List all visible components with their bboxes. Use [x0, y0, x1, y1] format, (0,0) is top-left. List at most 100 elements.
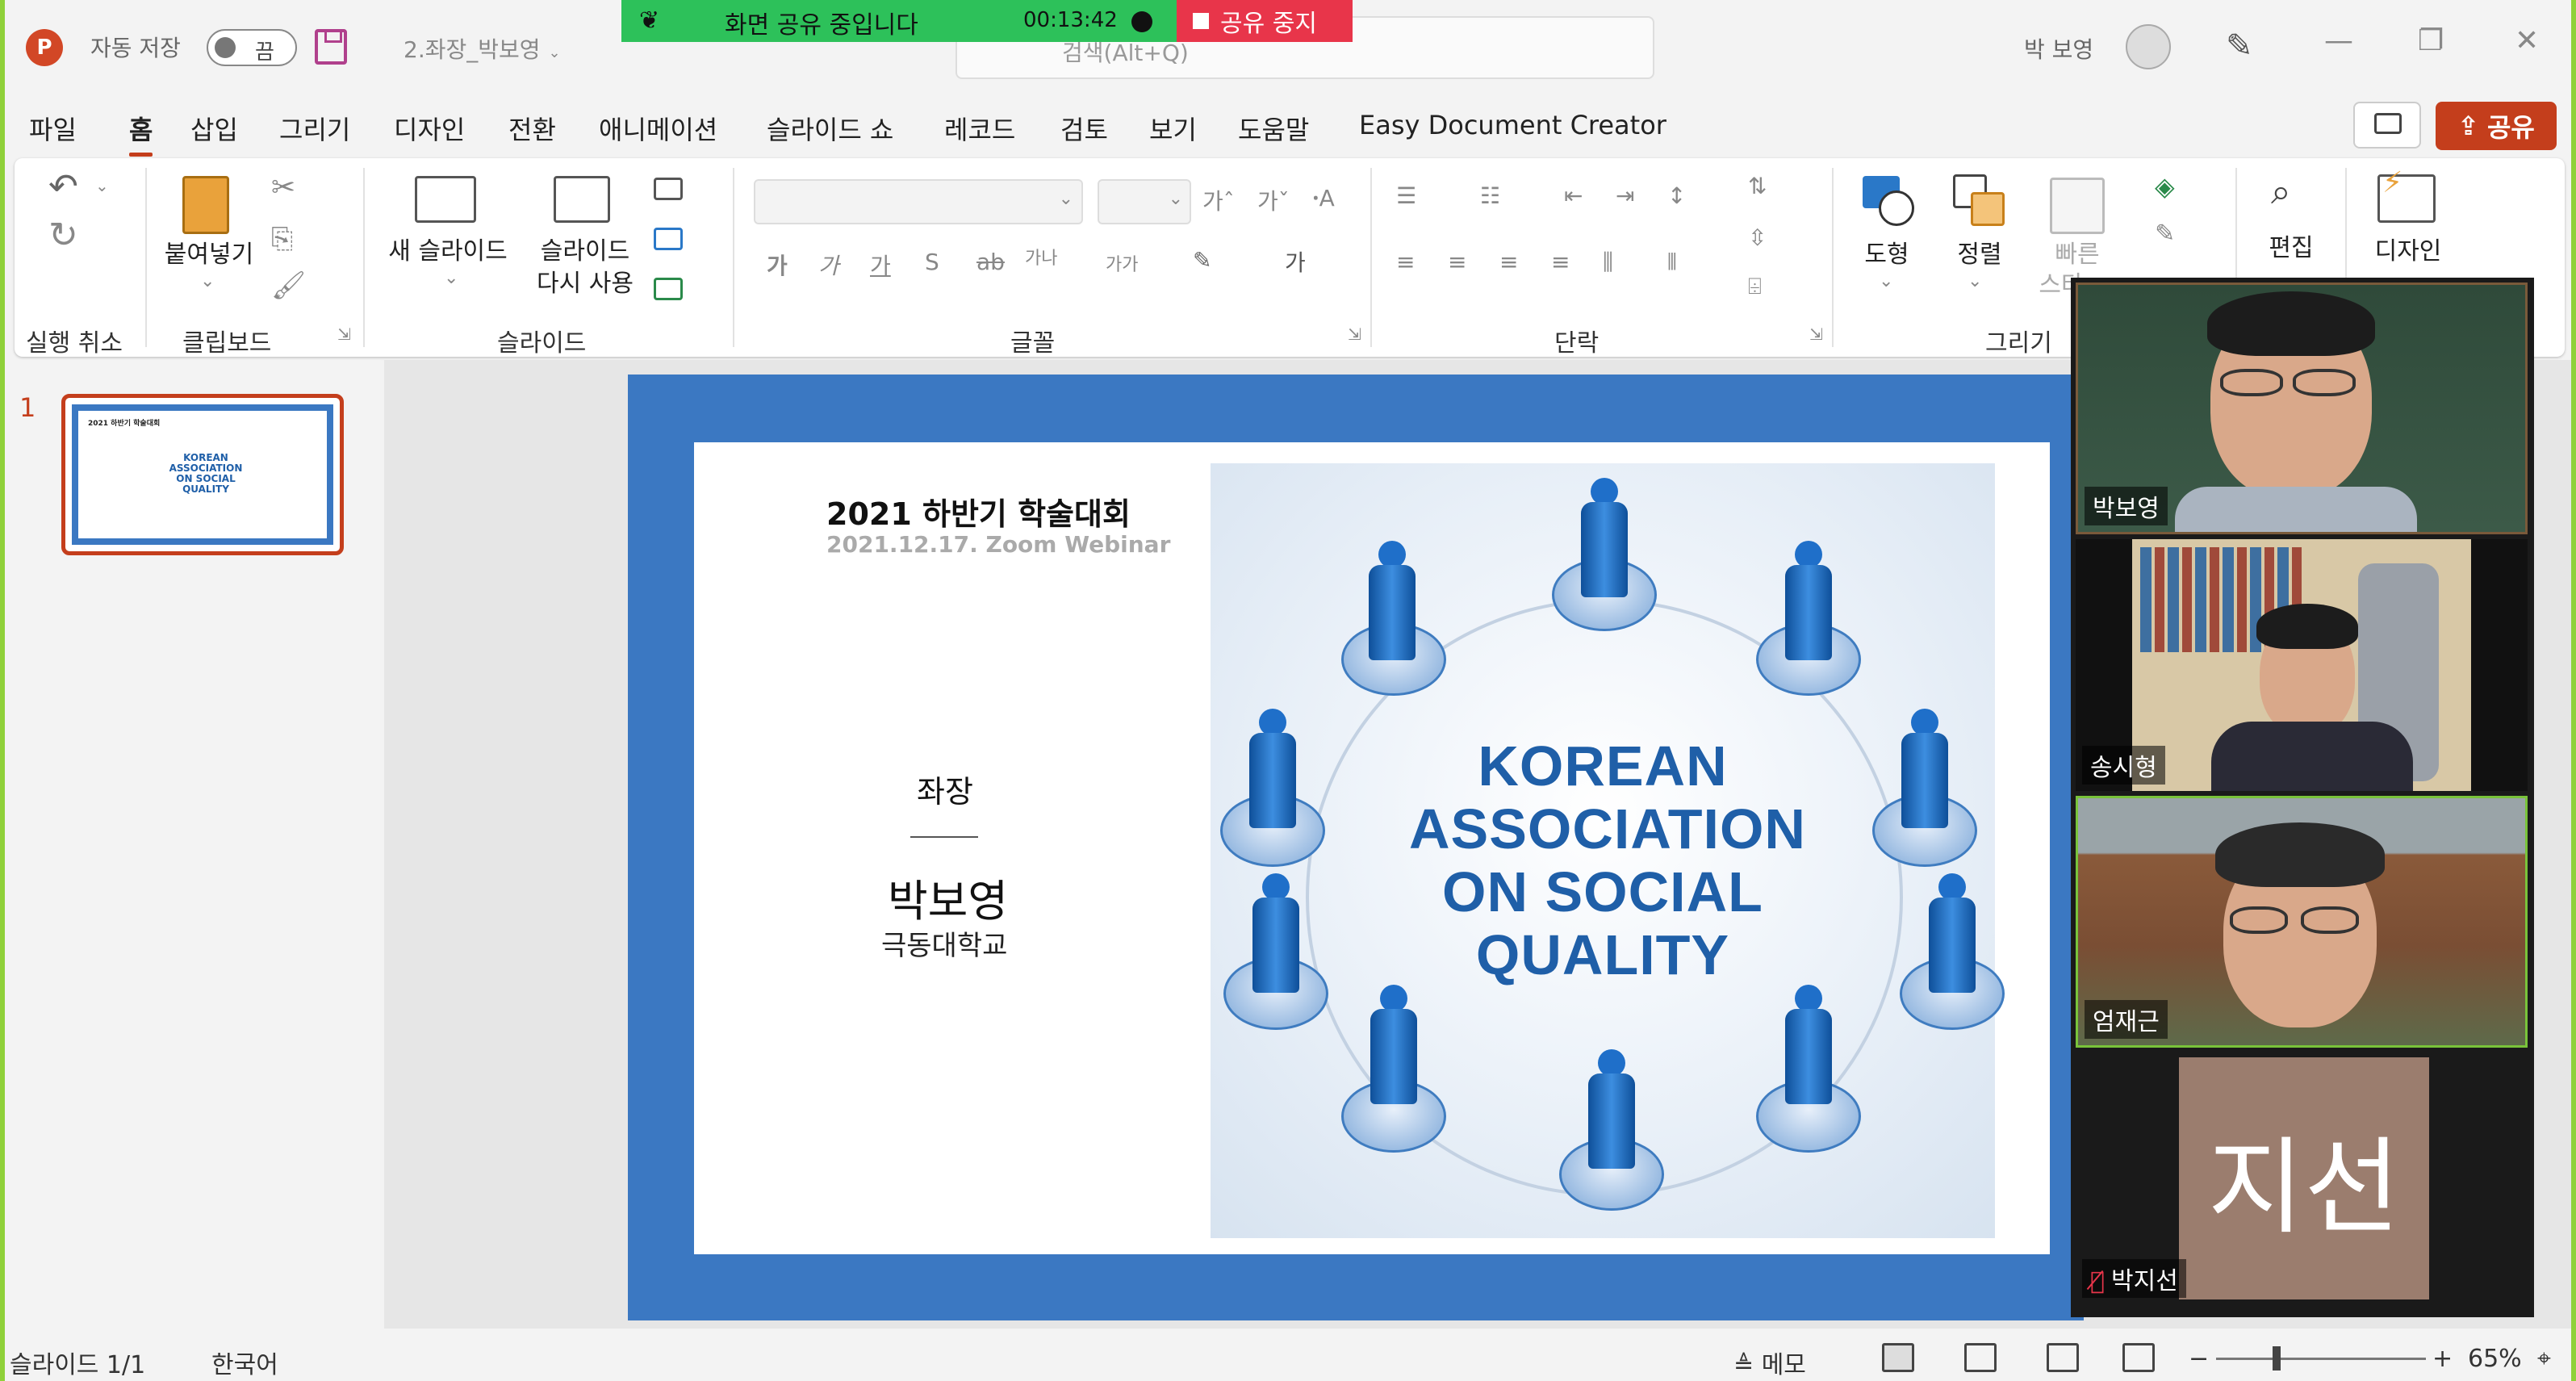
- new-slide-dropdown-icon[interactable]: ⌄: [444, 268, 458, 288]
- arrange-button[interactable]: 정렬: [1935, 239, 2024, 271]
- justify-icon[interactable]: ≡: [1551, 249, 1570, 275]
- clipboard-launcher-icon[interactable]: ⇲: [337, 324, 351, 344]
- comments-button[interactable]: [2353, 102, 2421, 149]
- section-icon[interactable]: [654, 278, 683, 300]
- new-slide-button[interactable]: 새 슬라이드: [379, 236, 516, 268]
- zoom-in-button[interactable]: +: [2432, 1345, 2453, 1373]
- italic-icon[interactable]: 가: [818, 249, 839, 281]
- undo-icon[interactable]: ↶: [48, 166, 78, 207]
- arrange-dropdown-icon[interactable]: ⌄: [1968, 271, 1982, 291]
- tab-record[interactable]: 레코드: [944, 110, 1015, 147]
- spacing-icon[interactable]: 가나: [1025, 244, 1057, 270]
- document-title[interactable]: 2.좌장_박보영 ⌄: [404, 32, 561, 65]
- tab-view[interactable]: 보기: [1149, 110, 1197, 147]
- line-spacing-icon[interactable]: ↕: [1667, 182, 1686, 209]
- align-left-icon[interactable]: ≡: [1396, 249, 1415, 275]
- font-family-select[interactable]: ⌄: [754, 179, 1083, 224]
- copy-icon[interactable]: ⎘: [271, 223, 293, 255]
- underline-icon[interactable]: 가: [870, 249, 891, 281]
- share-button[interactable]: ⇪ 공유: [2436, 102, 2557, 150]
- slide-title[interactable]: 2021 하반기 학술대회: [826, 489, 1131, 534]
- tab-review[interactable]: 검토: [1060, 110, 1108, 147]
- numbering-icon[interactable]: ☷: [1480, 182, 1500, 209]
- text-direction-icon[interactable]: ⇅: [1748, 173, 1767, 199]
- align-text-icon[interactable]: ⇳: [1748, 224, 1767, 251]
- columns-icon[interactable]: ⫴: [1667, 249, 1677, 276]
- decrease-font-icon[interactable]: 가ˇ: [1257, 184, 1290, 216]
- quick-styles-label[interactable]: 빠른: [2037, 239, 2118, 271]
- minimize-button[interactable]: —: [2324, 24, 2353, 57]
- slide-role[interactable]: 좌장: [917, 767, 973, 811]
- reuse-slide-label-2[interactable]: 다시 사용: [525, 268, 646, 300]
- slide-name[interactable]: 박보영: [888, 865, 1008, 929]
- tab-home[interactable]: 홈: [129, 110, 153, 157]
- increase-indent-icon[interactable]: ⇥: [1616, 182, 1634, 209]
- normal-view-icon[interactable]: [1882, 1343, 1914, 1372]
- reset-icon[interactable]: [654, 228, 683, 250]
- redo-icon[interactable]: ↻: [48, 215, 78, 256]
- tab-insert[interactable]: 삽입: [190, 110, 238, 147]
- format-painter-icon[interactable]: 🖌: [271, 270, 306, 302]
- quick-styles-icon[interactable]: [2050, 178, 2105, 234]
- slideshow-view-icon[interactable]: [2122, 1343, 2155, 1372]
- slide[interactable]: 2021 하반기 학술대회 2021.12.17. Zoom Webinar 좌…: [628, 375, 2084, 1320]
- shapes-dropdown-icon[interactable]: ⌄: [1879, 271, 1893, 291]
- tab-draw[interactable]: 그리기: [279, 110, 350, 147]
- language-indicator[interactable]: 한국어: [211, 1345, 278, 1380]
- smartart-icon[interactable]: ⌹: [1748, 273, 1762, 300]
- shadow-icon[interactable]: S: [925, 249, 939, 275]
- search-icon[interactable]: ⌕: [2271, 171, 2291, 212]
- new-slide-icon[interactable]: [415, 176, 476, 223]
- tab-file[interactable]: 파일: [29, 110, 77, 147]
- tab-design[interactable]: 디자인: [394, 110, 465, 147]
- autosave-toggle[interactable]: 끔: [207, 29, 297, 66]
- tab-animations[interactable]: 애니메이션: [599, 110, 717, 147]
- tab-slideshow[interactable]: 슬라이드 쇼: [767, 110, 893, 147]
- notes-button[interactable]: ≜ 메모: [1733, 1345, 1806, 1380]
- change-case-icon[interactable]: 가가: [1106, 250, 1138, 276]
- paragraph-launcher-icon[interactable]: ⇲: [1809, 324, 1823, 344]
- avatar[interactable]: [2126, 24, 2171, 69]
- editing-button[interactable]: 편집: [2255, 232, 2327, 265]
- restore-button[interactable]: ❐: [2418, 24, 2444, 57]
- pen-icon[interactable]: ✎: [2226, 27, 2253, 65]
- slide-thumbnail[interactable]: 2021 하반기 학술대회 KOREAN ASSOCIATION ON SOCI…: [61, 394, 344, 555]
- association-logo-image[interactable]: KOREAN ASSOCIATION ON SOCIAL QUALITY: [1211, 463, 2005, 1238]
- participant-video[interactable]: 송시형: [2076, 539, 2528, 791]
- bold-icon[interactable]: 가: [767, 249, 788, 281]
- zoom-slider[interactable]: [2216, 1358, 2426, 1360]
- paste-icon[interactable]: [182, 176, 229, 234]
- align-right-icon[interactable]: ≡: [1499, 249, 1518, 275]
- increase-font-icon[interactable]: 가ˆ: [1202, 184, 1235, 216]
- paste-button[interactable]: 붙여넣기: [157, 239, 261, 271]
- zoom-out-button[interactable]: −: [2189, 1345, 2209, 1373]
- highlight-icon[interactable]: ✎: [1193, 247, 1211, 274]
- strikethrough-icon[interactable]: ab: [976, 249, 1005, 275]
- shapes-button[interactable]: 도형: [1846, 239, 1927, 271]
- slide-date[interactable]: 2021.12.17. Zoom Webinar: [826, 531, 1170, 558]
- reading-view-icon[interactable]: [2047, 1343, 2079, 1372]
- decrease-indent-icon[interactable]: ⇤: [1564, 182, 1583, 209]
- font-color-icon[interactable]: 가: [1285, 245, 1306, 278]
- shape-outline-icon[interactable]: ✎: [2155, 220, 2175, 248]
- undo-dropdown-icon[interactable]: ⌄: [95, 176, 109, 195]
- close-button[interactable]: ✕: [2515, 24, 2539, 57]
- share-status[interactable]: ❦ 화면 공유 중입니다 00:13:42: [621, 0, 1177, 42]
- bullets-icon[interactable]: ☰: [1396, 182, 1416, 209]
- reuse-slide-icon[interactable]: [554, 176, 610, 223]
- layout-icon[interactable]: [654, 178, 683, 200]
- font-size-select[interactable]: ⌄: [1098, 179, 1191, 224]
- tab-transitions[interactable]: 전환: [508, 110, 556, 147]
- participant-video-active-speaker[interactable]: 엄재근: [2076, 796, 2528, 1048]
- align-center-icon[interactable]: ≡: [1448, 249, 1466, 275]
- zoom-slider-thumb[interactable]: [2273, 1346, 2281, 1371]
- tab-easy-document-creator[interactable]: Easy Document Creator: [1359, 110, 1666, 140]
- slide-sorter-icon[interactable]: [1964, 1343, 1997, 1372]
- designer-button[interactable]: 디자인: [2360, 236, 2457, 268]
- participant-video[interactable]: 지선 🎙̸ 박지선: [2076, 1052, 2528, 1304]
- clear-format-icon[interactable]: ꞏA: [1312, 182, 1335, 213]
- stop-share-button[interactable]: 공유 중지: [1177, 0, 1353, 42]
- distribute-icon[interactable]: ⫼: [1603, 249, 1613, 276]
- reuse-slide-label-1[interactable]: 슬라이드: [525, 236, 646, 268]
- paste-dropdown-icon[interactable]: ⌄: [200, 271, 215, 291]
